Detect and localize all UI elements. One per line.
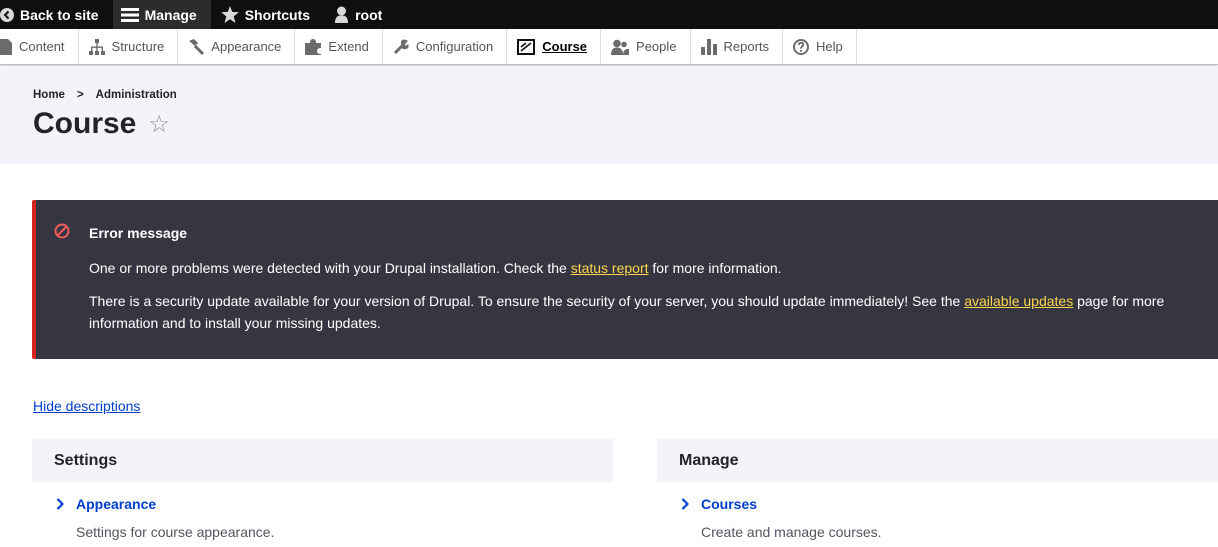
error-text: There is a security update available for… bbox=[89, 293, 965, 309]
panel-link-label: Appearance bbox=[76, 496, 157, 512]
shortcuts-label: Shortcuts bbox=[244, 6, 311, 23]
menu-item-help[interactable]: Help bbox=[783, 29, 857, 64]
menu-item-label: Help bbox=[816, 39, 843, 54]
breadcrumb-administration[interactable]: Administration bbox=[96, 89, 177, 101]
chevron-right-icon bbox=[56, 498, 64, 510]
chevron-right-icon bbox=[681, 498, 689, 510]
shortcuts-tab[interactable]: Shortcuts bbox=[211, 0, 324, 29]
user-icon bbox=[334, 6, 349, 23]
error-text: for more information. bbox=[648, 260, 782, 276]
menu-item-label: Reports bbox=[723, 39, 770, 54]
admin-toolbar: Back to site Manage Shortcuts root bbox=[0, 0, 1218, 29]
extend-icon bbox=[305, 38, 322, 55]
menu-item-people[interactable]: People bbox=[601, 29, 691, 64]
panel-title: Manage bbox=[657, 439, 1218, 482]
hamburger-icon bbox=[120, 7, 139, 23]
breadcrumb-separator: > bbox=[76, 89, 84, 101]
menu-item-content[interactable]: Content bbox=[0, 29, 79, 64]
page-title-row: Course ☆ bbox=[33, 107, 170, 141]
menu-item-label: People bbox=[636, 39, 677, 54]
page-header: Home > Administration Course ☆ bbox=[0, 66, 1218, 164]
menu-item-configuration[interactable]: Configuration bbox=[383, 29, 508, 64]
courses-link[interactable]: Courses bbox=[681, 496, 757, 512]
menu-item-label: Content bbox=[19, 39, 65, 54]
manage-panel: Manage Courses Create and manage courses… bbox=[657, 439, 1218, 540]
manage-tab[interactable]: Manage bbox=[112, 0, 211, 29]
error-title: Error message bbox=[89, 225, 188, 241]
structure-icon bbox=[88, 38, 105, 55]
menu-item-label: Course bbox=[542, 39, 588, 54]
admin-menu-tray: Content Structure Appearance Extend Conf… bbox=[0, 29, 1218, 65]
wrench-icon bbox=[393, 39, 409, 55]
manage-label: Manage bbox=[144, 6, 197, 23]
menu-item-label: Structure bbox=[111, 39, 165, 54]
back-to-site-link[interactable]: Back to site bbox=[0, 0, 113, 29]
course-icon bbox=[517, 38, 536, 55]
appearance-link[interactable]: Appearance bbox=[56, 496, 156, 512]
panel-link-label: Courses bbox=[701, 496, 758, 512]
hide-descriptions-link[interactable]: Hide descriptions bbox=[33, 398, 140, 414]
menu-item-appearance[interactable]: Appearance bbox=[178, 29, 296, 64]
error-text-security: There is a security update available for… bbox=[89, 290, 1204, 334]
people-icon bbox=[611, 39, 630, 55]
panel-description: Create and manage courses. bbox=[701, 524, 882, 540]
breadcrumb: Home > Administration bbox=[33, 89, 177, 101]
available-updates-link[interactable]: available updates bbox=[964, 293, 1073, 309]
user-tab[interactable]: root bbox=[324, 0, 392, 29]
menu-item-label: Configuration bbox=[415, 39, 494, 54]
menu-item-label: Extend bbox=[328, 39, 369, 54]
menu-item-label: Appearance bbox=[211, 39, 282, 54]
panel-title: Settings bbox=[32, 439, 613, 482]
content-icon bbox=[0, 38, 12, 55]
menu-item-extend[interactable]: Extend bbox=[295, 29, 383, 64]
user-label: root bbox=[355, 6, 383, 23]
menu-item-structure[interactable]: Structure bbox=[79, 29, 179, 64]
shortcut-star-icon[interactable]: ☆ bbox=[148, 110, 170, 139]
status-report-link[interactable]: status report bbox=[571, 260, 649, 276]
error-icon bbox=[54, 223, 70, 239]
reports-icon bbox=[700, 38, 717, 55]
breadcrumb-home[interactable]: Home bbox=[33, 89, 65, 101]
settings-panel: Settings Appearance Settings for course … bbox=[32, 439, 613, 540]
page-title: Course bbox=[33, 107, 137, 140]
back-arrow-icon bbox=[0, 7, 14, 22]
menu-item-course[interactable]: Course bbox=[507, 29, 602, 64]
panel-description: Settings for course appearance. bbox=[76, 524, 275, 540]
back-to-site-label: Back to site bbox=[20, 6, 99, 23]
error-text: One or more problems were detected with … bbox=[89, 260, 571, 276]
error-message: Error message One or more problems were … bbox=[32, 200, 1218, 359]
error-text-status: One or more problems were detected with … bbox=[89, 259, 782, 277]
star-icon bbox=[220, 6, 239, 23]
appearance-icon bbox=[188, 38, 205, 55]
help-icon bbox=[793, 38, 810, 55]
menu-item-reports[interactable]: Reports bbox=[691, 29, 784, 64]
